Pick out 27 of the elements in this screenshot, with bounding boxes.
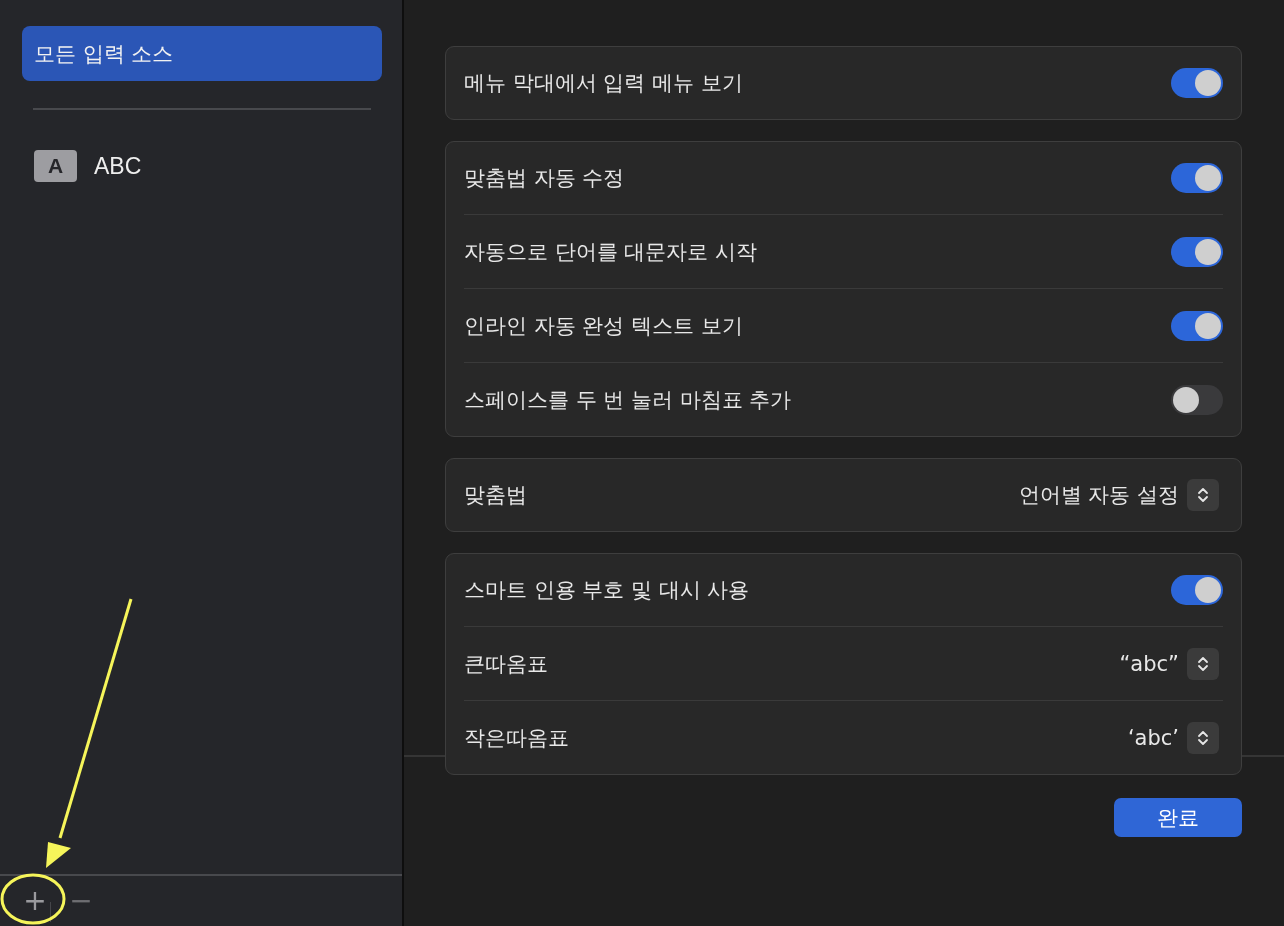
input-source-label: ABC (94, 152, 142, 180)
popup-value[interactable]: 언어별 자동 설정 (1018, 481, 1179, 509)
stepper-icon[interactable] (1187, 721, 1219, 754)
setting-label: 메뉴 막대에서 입력 메뉴 보기 (464, 70, 743, 97)
input-source-item[interactable]: A ABC (22, 150, 382, 182)
popup-value[interactable]: “abc” (1119, 651, 1179, 676)
toggle-switch[interactable] (1171, 575, 1223, 605)
stepper-icon[interactable] (1187, 647, 1219, 680)
setting-label: 자동으로 단어를 대문자로 시작 (464, 238, 758, 266)
setting-label: 맞춤법 (464, 482, 527, 509)
setting-label: 큰따옴표 (464, 650, 548, 678)
toggle-switch[interactable] (1171, 384, 1223, 415)
setting-label: 인라인 자동 완성 텍스트 보기 (464, 312, 743, 340)
setting-label: 작은따옴표 (464, 724, 569, 752)
toggle-switch[interactable] (1171, 236, 1223, 267)
popup-value[interactable]: ‘abc’ (1127, 725, 1179, 750)
setting-label: 맞춤법 자동 수정 (464, 165, 625, 192)
highlight-circle (0, 873, 66, 925)
toggle-switch[interactable] (1171, 68, 1223, 98)
setting-label: 스페이스를 두 번 눌러 마침표 추가 (464, 386, 792, 414)
done-button[interactable]: 완료 (1114, 798, 1242, 837)
toggle-switch[interactable] (1171, 310, 1223, 341)
toggle-switch[interactable] (1171, 163, 1223, 193)
stepper-icon[interactable] (1187, 479, 1219, 511)
setting-label: 스마트 인용 부호 및 대시 사용 (464, 577, 750, 604)
letter-badge-icon: A (34, 150, 77, 182)
sidebar-item[interactable]: 모든 입력 소스 (22, 26, 382, 81)
